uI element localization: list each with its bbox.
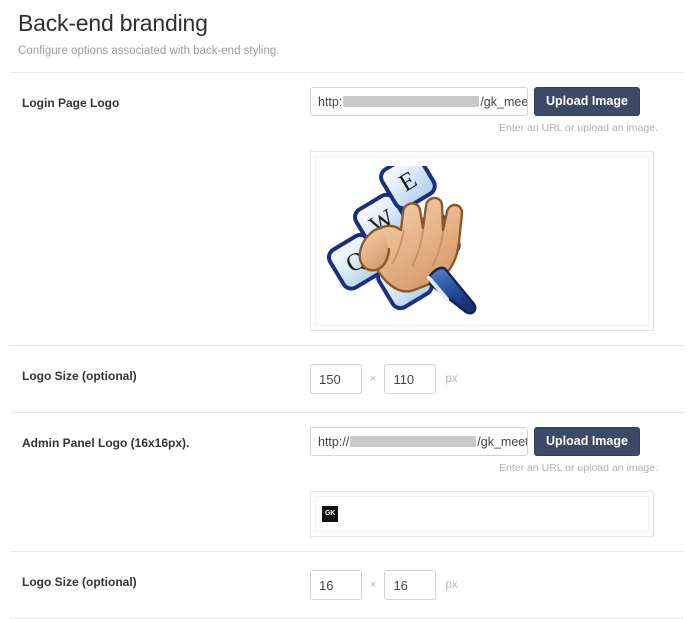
admin-panel-logo-control: http:// /gk_meetg Upload Image Enter an … bbox=[310, 413, 683, 491]
admin-logo-upload-image-button[interactable]: Upload Image bbox=[534, 427, 640, 456]
admin-logo-helper-text: Enter an URL or upload an image. bbox=[499, 462, 658, 474]
row-login-page-logo: Login Page Logo http: /gk_meetg Upload I… bbox=[10, 72, 683, 151]
admin-logo-size-control: × px bbox=[310, 552, 683, 618]
admin-logo-size-unit: px bbox=[445, 579, 458, 591]
login-logo-width-input[interactable] bbox=[310, 364, 362, 394]
gk-favicon-icon: GK bbox=[322, 506, 338, 522]
admin-logo-preview-control: GK bbox=[310, 491, 683, 551]
login-logo-url-line: http: /gk_meetg Upload Image bbox=[310, 87, 683, 116]
login-logo-url-scheme: http: bbox=[318, 94, 343, 109]
login-page-logo-label: Login Page Logo bbox=[22, 96, 120, 110]
row-admin-logo-preview: GK bbox=[10, 491, 683, 551]
login-logo-size-separator: × bbox=[370, 373, 377, 385]
admin-logo-size-separator: × bbox=[370, 579, 377, 591]
admin-logo-size-label: Logo Size (optional) bbox=[22, 575, 137, 589]
login-logo-url-redacted bbox=[343, 96, 480, 107]
admin-logo-url-scheme: http:// bbox=[318, 434, 350, 449]
login-logo-url-tail: /gk_meetg bbox=[480, 94, 528, 109]
row-login-logo-preview: Q W E bbox=[10, 151, 683, 345]
admin-logo-url-line: http:// /gk_meetg Upload Image bbox=[310, 427, 683, 456]
row-login-logo-size: Logo Size (optional) × px bbox=[10, 345, 683, 412]
admin-logo-height-input[interactable] bbox=[384, 570, 437, 600]
page-subtitle: Configure options associated with back-e… bbox=[18, 45, 280, 57]
login-logo-upload-image-button[interactable]: Upload Image bbox=[534, 87, 640, 116]
login-logo-url-input[interactable]: http: /gk_meetg bbox=[310, 87, 528, 116]
page-title: Back-end branding bbox=[18, 10, 208, 36]
admin-logo-url-redacted bbox=[350, 436, 477, 447]
login-logo-preview-box: Q W E bbox=[310, 151, 654, 331]
login-page-logo-control: http: /gk_meetg Upload Image Enter an UR… bbox=[310, 73, 683, 151]
row-admin-panel-logo: Admin Panel Logo (16x16px). http:// /gk_… bbox=[10, 412, 683, 491]
login-logo-size-label: Logo Size (optional) bbox=[22, 369, 137, 383]
admin-logo-url-tail: /gk_meetg bbox=[477, 434, 527, 449]
page-header: Back-end branding Configure options asso… bbox=[0, 0, 693, 58]
admin-logo-preview-box: GK bbox=[310, 491, 654, 537]
row-admin-logo-size: Logo Size (optional) × px bbox=[10, 551, 683, 618]
admin-logo-width-input[interactable] bbox=[310, 570, 362, 600]
login-logo-preview-control: Q W E bbox=[310, 151, 683, 345]
admin-logo-url-input[interactable]: http:// /gk_meetg bbox=[310, 427, 528, 456]
login-logo-height-input[interactable] bbox=[384, 364, 437, 394]
admin-panel-logo-label: Admin Panel Logo (16x16px). bbox=[22, 436, 190, 450]
login-logo-size-unit: px bbox=[445, 373, 458, 385]
login-logo-size-control: × px bbox=[310, 346, 683, 412]
qwe-keyboard-hand-icon: Q W E bbox=[326, 166, 477, 315]
login-logo-helper-text: Enter an URL or upload an image. bbox=[499, 122, 658, 134]
